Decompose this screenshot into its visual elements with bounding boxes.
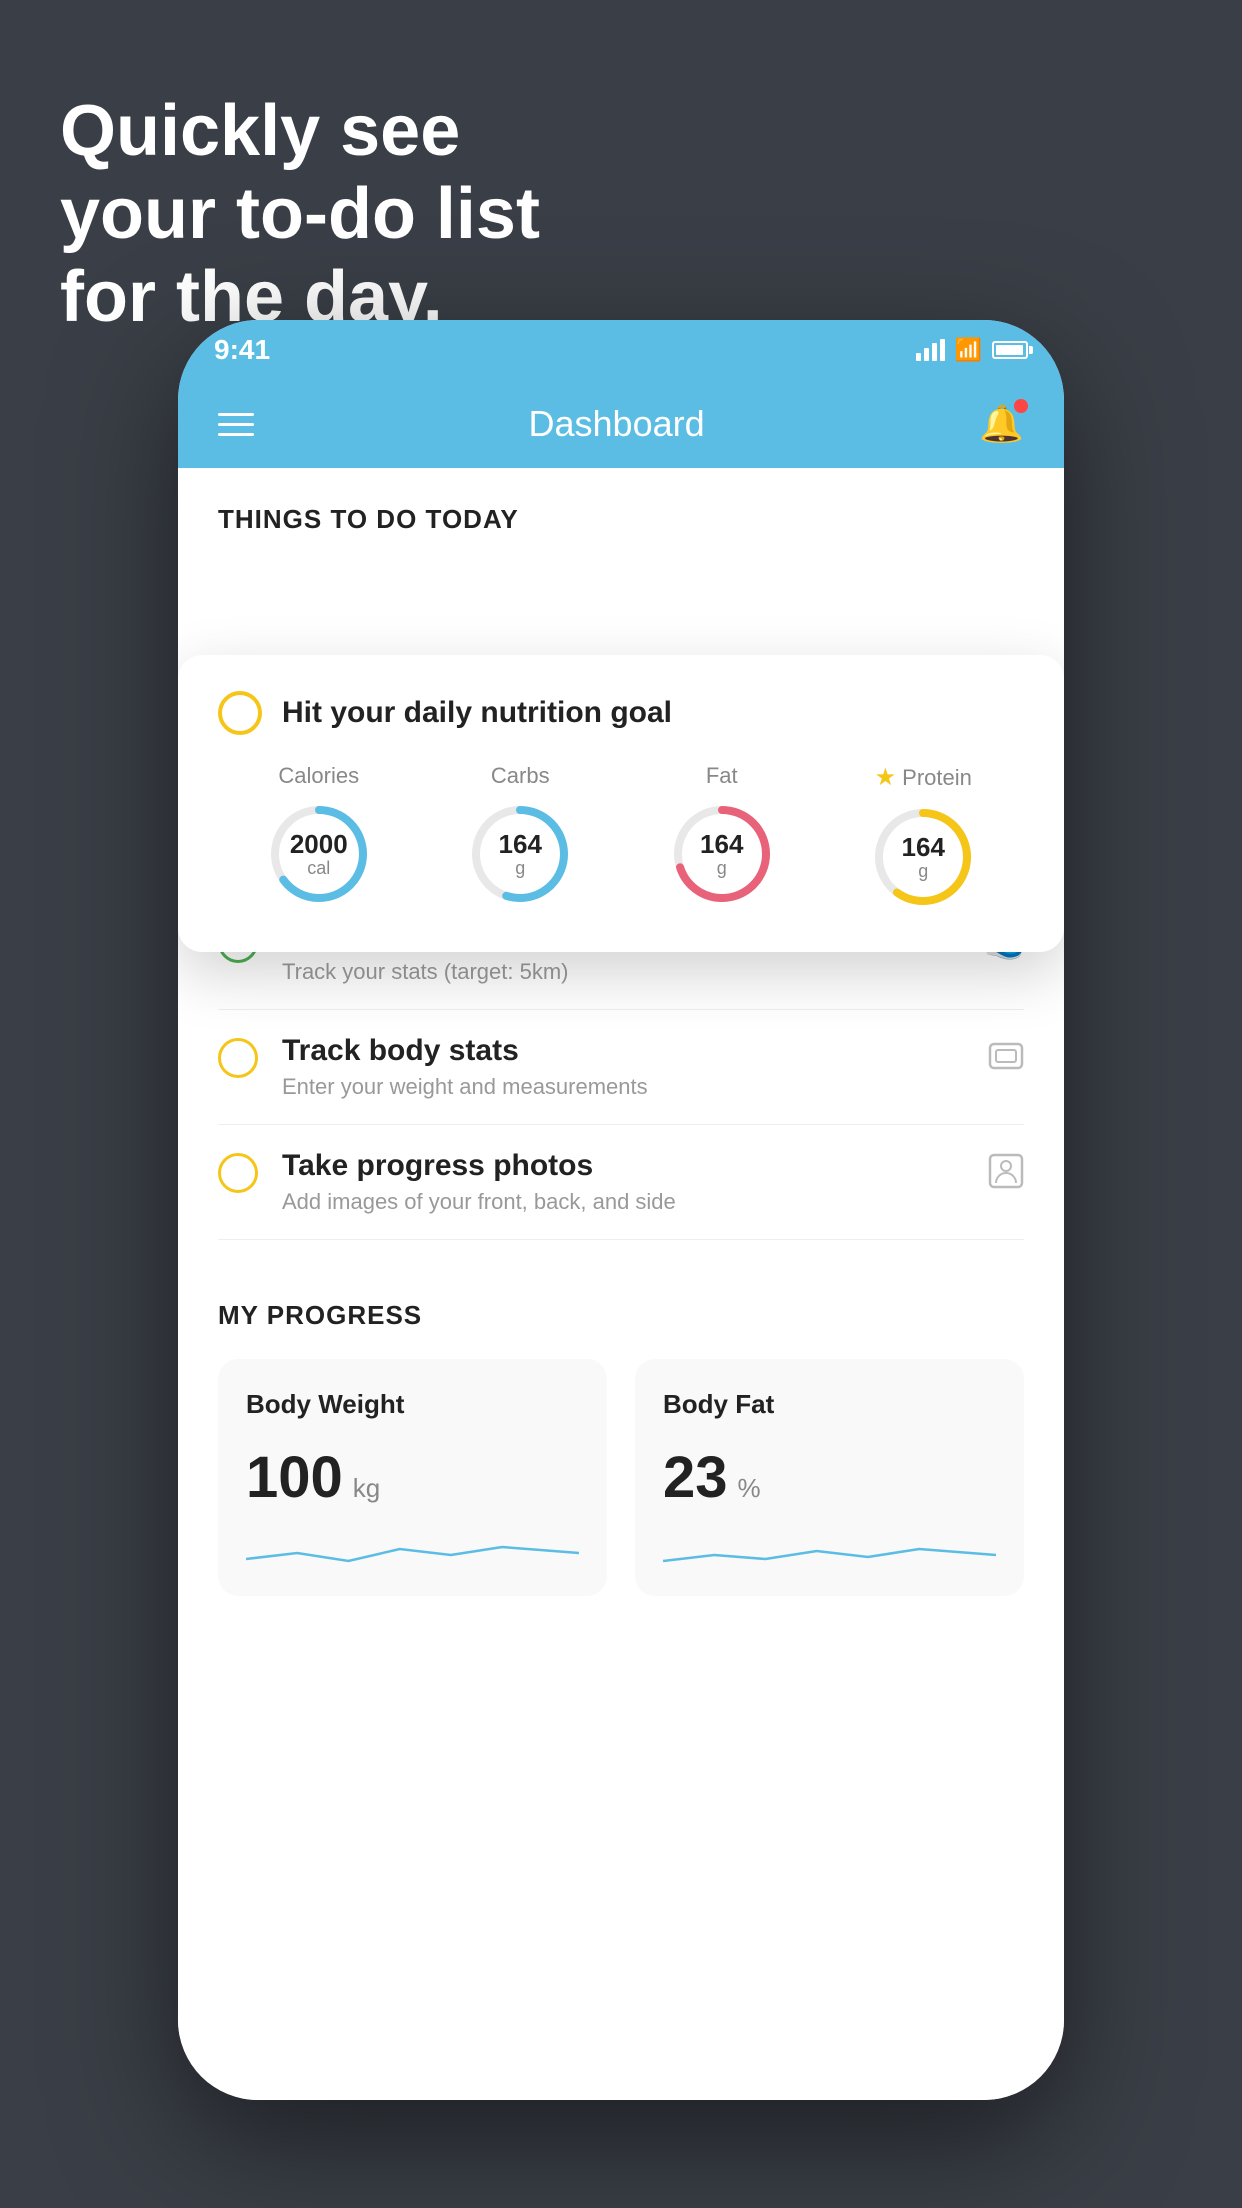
body-weight-chart <box>246 1531 579 1571</box>
signal-icon <box>916 339 945 361</box>
notification-bell-icon[interactable]: 🔔 <box>979 403 1024 445</box>
progress-cards: Body Weight 100 kg Body Fat 23 % <box>218 1359 1024 1596</box>
body-weight-card-title: Body Weight <box>246 1389 579 1420</box>
body-fat-card-title: Body Fat <box>663 1389 996 1420</box>
protein-item: ★ Protein 164 g <box>868 763 978 912</box>
status-bar: 9:41 📶 <box>178 320 1064 380</box>
protein-value: 164 <box>902 833 945 862</box>
carbs-item: Carbs 164 g <box>465 763 575 909</box>
body-weight-unit: kg <box>353 1473 380 1504</box>
todo-sub-body-stats: Enter your weight and measurements <box>282 1074 964 1100</box>
protein-unit: g <box>902 861 945 881</box>
nutrition-circles: Calories 2000 cal <box>218 763 1024 912</box>
body-weight-value-row: 100 kg <box>246 1444 579 1511</box>
progress-title: MY PROGRESS <box>218 1300 1024 1331</box>
body-fat-chart <box>663 1531 996 1571</box>
battery-icon <box>992 341 1028 359</box>
person-icon <box>988 1153 1024 1197</box>
todo-name-body-stats: Track body stats <box>282 1034 964 1068</box>
calories-unit: cal <box>290 858 348 878</box>
star-icon: ★ <box>875 763 897 792</box>
nav-title: Dashboard <box>529 403 705 445</box>
headline: Quickly see your to-do list for the day. <box>60 90 540 338</box>
body-fat-card[interactable]: Body Fat 23 % <box>635 1359 1024 1596</box>
protein-ring: 164 g <box>868 802 978 912</box>
todo-sub-photos: Add images of your front, back, and side <box>282 1189 964 1215</box>
todo-circle-photos <box>218 1153 258 1193</box>
carbs-label: Carbs <box>491 763 550 789</box>
fat-label: Fat <box>706 763 738 789</box>
carbs-value: 164 <box>499 830 542 859</box>
fat-ring: 164 g <box>667 799 777 909</box>
nutrition-card-title: Hit your daily nutrition goal <box>282 696 672 730</box>
status-icons: 📶 <box>916 337 1028 363</box>
protein-label: ★ Protein <box>875 763 972 792</box>
todo-item-photos[interactable]: Take progress photos Add images of your … <box>218 1125 1024 1240</box>
fat-value: 164 <box>700 830 743 859</box>
body-fat-value: 23 <box>663 1444 728 1511</box>
notification-dot <box>1014 399 1028 413</box>
todo-sub-running: Track your stats (target: 5km) <box>282 959 960 985</box>
nav-bar: Dashboard 🔔 <box>178 380 1064 468</box>
todo-text-body-stats: Track body stats Enter your weight and m… <box>282 1034 964 1100</box>
fat-unit: g <box>700 858 743 878</box>
todo-item-body-stats[interactable]: Track body stats Enter your weight and m… <box>218 1010 1024 1125</box>
phone-mockup: 9:41 📶 Dashboard 🔔 THINGS TO DO TODAY <box>178 320 1064 2100</box>
nutrition-card[interactable]: Hit your daily nutrition goal Calories <box>178 655 1064 952</box>
main-content: THINGS TO DO TODAY Hit your daily nutrit… <box>178 468 1064 2100</box>
carbs-ring: 164 g <box>465 799 575 909</box>
body-weight-value: 100 <box>246 1444 343 1511</box>
todo-text-photos: Take progress photos Add images of your … <box>282 1149 964 1215</box>
things-to-do-header: THINGS TO DO TODAY <box>178 468 1064 555</box>
carbs-unit: g <box>499 858 542 878</box>
calories-ring: 2000 cal <box>264 799 374 909</box>
nutrition-check-circle <box>218 691 262 735</box>
nutrition-card-header: Hit your daily nutrition goal <box>218 691 1024 735</box>
wifi-icon: 📶 <box>955 337 982 363</box>
todo-circle-body-stats <box>218 1038 258 1078</box>
status-time: 9:41 <box>214 334 270 366</box>
body-weight-card[interactable]: Body Weight 100 kg <box>218 1359 607 1596</box>
menu-button[interactable] <box>218 413 254 436</box>
progress-section: MY PROGRESS Body Weight 100 kg Body Fat <box>178 1300 1064 1656</box>
todo-name-photos: Take progress photos <box>282 1149 964 1183</box>
calories-item: Calories 2000 cal <box>264 763 374 909</box>
fat-item: Fat 164 g <box>667 763 777 909</box>
scale-icon <box>988 1038 1024 1082</box>
calories-value: 2000 <box>290 830 348 859</box>
calories-label: Calories <box>278 763 359 789</box>
body-fat-value-row: 23 % <box>663 1444 996 1511</box>
body-fat-unit: % <box>738 1473 761 1504</box>
